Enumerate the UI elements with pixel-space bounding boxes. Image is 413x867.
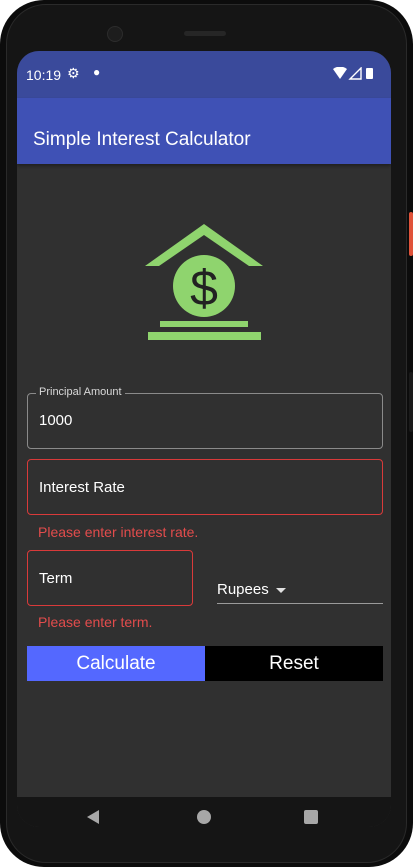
app-bar: Simple Interest Calculator [17, 98, 391, 164]
battery-icon [366, 68, 373, 79]
wifi-icon [333, 66, 347, 79]
svg-text:$: $ [190, 260, 218, 316]
cellular-signal-icon [348, 66, 362, 80]
app-title: Simple Interest Calculator [33, 129, 251, 150]
bank-dollar-logo-icon: $ [143, 218, 265, 342]
currency-selected: Rupees [217, 581, 269, 598]
calculate-button[interactable]: Calculate [27, 646, 205, 681]
term-error: Please enter term. [38, 614, 153, 630]
status-time: 10:19 [26, 67, 62, 83]
app-screen: 10:19 ⚙ ● Simple Interest Calculator $ P… [17, 51, 391, 827]
status-bar: 10:19 ⚙ ● [17, 51, 391, 98]
principal-amount-field[interactable]: Principal Amount 1000 [27, 386, 383, 449]
term-placeholder: Term [39, 570, 73, 587]
phone-frame: 10:19 ⚙ ● Simple Interest Calculator $ P… [0, 0, 413, 867]
term-field[interactable]: Term [27, 550, 193, 606]
power-button [409, 212, 413, 256]
navigation-bar [17, 797, 391, 827]
interest-rate-error: Please enter interest rate. [38, 524, 199, 540]
interest-rate-field[interactable]: Interest Rate [27, 459, 383, 515]
earpiece-speaker [184, 31, 226, 36]
dropdown-caret-icon [276, 588, 286, 593]
nav-home-icon[interactable] [197, 810, 211, 824]
settings-gear-icon: ⚙ [67, 65, 80, 81]
nav-back-icon[interactable] [87, 810, 99, 824]
principal-amount-value: 1000 [39, 412, 73, 429]
principal-amount-label: Principal Amount [36, 386, 125, 398]
interest-rate-placeholder: Interest Rate [39, 479, 125, 496]
reset-button[interactable]: Reset [205, 646, 383, 681]
notification-dot-icon: ● [93, 65, 101, 79]
front-camera [107, 26, 123, 42]
volume-button [409, 372, 413, 432]
status-icons [333, 66, 379, 85]
nav-recents-icon[interactable] [304, 810, 318, 824]
currency-dropdown[interactable]: Rupees [217, 576, 383, 604]
